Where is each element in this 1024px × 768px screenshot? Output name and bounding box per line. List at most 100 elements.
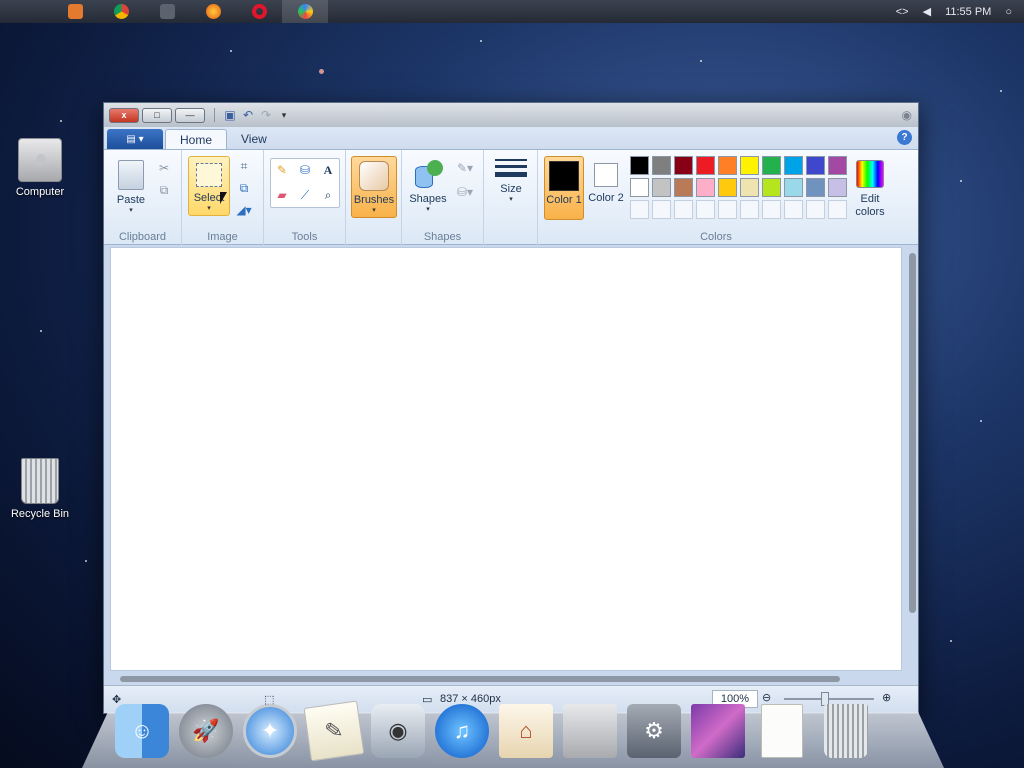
undo-icon[interactable]: ↶	[239, 107, 257, 123]
trash-icon[interactable]	[816, 701, 876, 761]
magnifier-icon[interactable]: ⌕	[318, 185, 338, 205]
color2-swatch	[594, 163, 618, 187]
firefox-icon[interactable]	[190, 0, 236, 23]
launchpad-icon[interactable]: 🚀	[176, 701, 236, 761]
palette-swatch[interactable]	[674, 178, 693, 197]
color2-button[interactable]: Color 2	[586, 156, 626, 220]
close-button[interactable]: x	[109, 107, 139, 123]
wallpaper-icon[interactable]	[688, 701, 748, 761]
volume-icon[interactable]: ◀	[923, 5, 931, 18]
blank-app-icon[interactable]	[144, 0, 190, 23]
safari-icon[interactable]: ✦	[240, 701, 300, 761]
eraser-icon[interactable]: ▰	[272, 185, 292, 205]
tab-view[interactable]: View	[227, 129, 281, 149]
system-preferences-icon[interactable]: ⚙	[624, 701, 684, 761]
palette-swatch[interactable]	[718, 200, 737, 219]
brushes-group: Brushes ▾	[346, 150, 402, 246]
size-group: Size ▾	[484, 150, 538, 246]
itunes-icon[interactable]: ♫	[432, 701, 492, 761]
palette-swatch[interactable]	[652, 156, 671, 175]
size-button[interactable]: Size ▾	[490, 156, 532, 216]
computer-icon	[18, 138, 62, 182]
cut-icon[interactable]: ✂	[154, 158, 174, 178]
palette-swatch[interactable]	[630, 178, 649, 197]
resize-icon[interactable]: ⧉	[234, 178, 254, 198]
document-icon[interactable]	[752, 701, 812, 761]
finder-icon[interactable]: ☺	[112, 701, 172, 761]
help-icon[interactable]: ?	[897, 130, 912, 145]
redo-icon[interactable]: ↷	[257, 107, 275, 123]
palette-swatch[interactable]	[674, 200, 693, 219]
tab-home[interactable]: Home	[165, 129, 228, 149]
text-icon[interactable]: A	[318, 160, 338, 180]
photo-booth-icon[interactable]: ◉	[368, 701, 428, 761]
color1-button[interactable]: Color 1	[544, 156, 584, 220]
palette-swatch[interactable]	[740, 178, 759, 197]
palette-swatch[interactable]	[762, 178, 781, 197]
palette-swatch[interactable]	[696, 156, 715, 175]
palette-swatch[interactable]	[740, 156, 759, 175]
select-button[interactable]: Select ▾	[188, 156, 230, 216]
drawing-canvas[interactable]	[110, 247, 902, 671]
palette-swatch[interactable]	[828, 178, 847, 197]
desktop-icon-recycle-bin[interactable]: Recycle Bin	[0, 458, 80, 520]
palette-swatch[interactable]	[718, 178, 737, 197]
paste-button[interactable]: Paste ▾	[110, 156, 152, 216]
palette-swatch[interactable]	[828, 156, 847, 175]
edit-colors-button[interactable]: Edit colors	[848, 156, 892, 220]
title-bar[interactable]: x □ — ▣ ↶ ↷ ▾ ◉	[104, 103, 918, 127]
paint-icon[interactable]	[282, 0, 328, 23]
customize-icon[interactable]: ▾	[275, 107, 293, 123]
palette-swatch[interactable]	[784, 156, 803, 175]
desktop-icon-computer[interactable]: Computer	[0, 138, 80, 198]
crop-icon[interactable]: ⌗	[234, 156, 254, 176]
palette-swatch[interactable]	[718, 156, 737, 175]
clipboard-group: Paste ▾ ✂ ⧉ Clipboard	[104, 150, 182, 246]
chrome-icon[interactable]	[98, 0, 144, 23]
clock[interactable]: 11:55 PM	[945, 6, 991, 18]
palette-swatch[interactable]	[696, 178, 715, 197]
palette-swatch[interactable]	[784, 200, 803, 219]
palette-swatch[interactable]	[784, 178, 803, 197]
search-icon[interactable]: ○	[1005, 6, 1012, 18]
palette-swatch[interactable]	[806, 178, 825, 197]
outline-icon[interactable]: ✎▾	[452, 158, 478, 178]
fill-shape-icon[interactable]: ⛁▾	[452, 182, 478, 202]
pencil-icon[interactable]: ✎	[272, 160, 292, 180]
maximize-button[interactable]: □	[142, 107, 172, 123]
palette-swatch[interactable]	[630, 156, 649, 175]
copy-icon[interactable]: ⧉	[154, 180, 174, 200]
brushes-button[interactable]: Brushes ▾	[351, 156, 397, 218]
palette-swatch[interactable]	[806, 200, 825, 219]
palette-swatch[interactable]	[762, 200, 781, 219]
code-icon[interactable]: <>	[896, 6, 909, 18]
palette-swatch[interactable]	[696, 200, 715, 219]
canvas-area	[104, 245, 918, 686]
fill-icon[interactable]: ⛁	[295, 160, 315, 180]
shapes-button[interactable]: Shapes ▾	[406, 156, 450, 216]
palette-swatch[interactable]	[652, 178, 671, 197]
textedit-icon[interactable]: ✎	[303, 700, 365, 762]
palette-swatch[interactable]	[806, 156, 825, 175]
color1-swatch	[549, 161, 579, 191]
palette-swatch[interactable]	[674, 156, 693, 175]
palette-swatch[interactable]	[630, 200, 649, 219]
mac-pro-icon[interactable]	[560, 701, 620, 761]
opera-icon[interactable]	[236, 0, 282, 23]
palette-swatch[interactable]	[652, 200, 671, 219]
apple-icon[interactable]	[0, 0, 52, 23]
vertical-scrollbar[interactable]	[909, 253, 916, 613]
home-icon[interactable]: ⌂	[496, 701, 556, 761]
mouse-cursor	[220, 192, 227, 204]
palette-swatch[interactable]	[828, 200, 847, 219]
palette-swatch[interactable]	[762, 156, 781, 175]
clipboard-icon	[118, 160, 144, 190]
file-menu-button[interactable]: ▤ ▾	[107, 129, 163, 149]
save-icon[interactable]: ▣	[221, 107, 239, 123]
palette-swatch[interactable]	[740, 200, 759, 219]
rotate-icon[interactable]: ◢▾	[234, 200, 254, 220]
minimize-button[interactable]: —	[175, 107, 205, 123]
horizontal-scrollbar[interactable]	[120, 676, 840, 682]
media-player-icon[interactable]	[52, 0, 98, 23]
color-picker-icon[interactable]: ⟋	[295, 185, 315, 205]
